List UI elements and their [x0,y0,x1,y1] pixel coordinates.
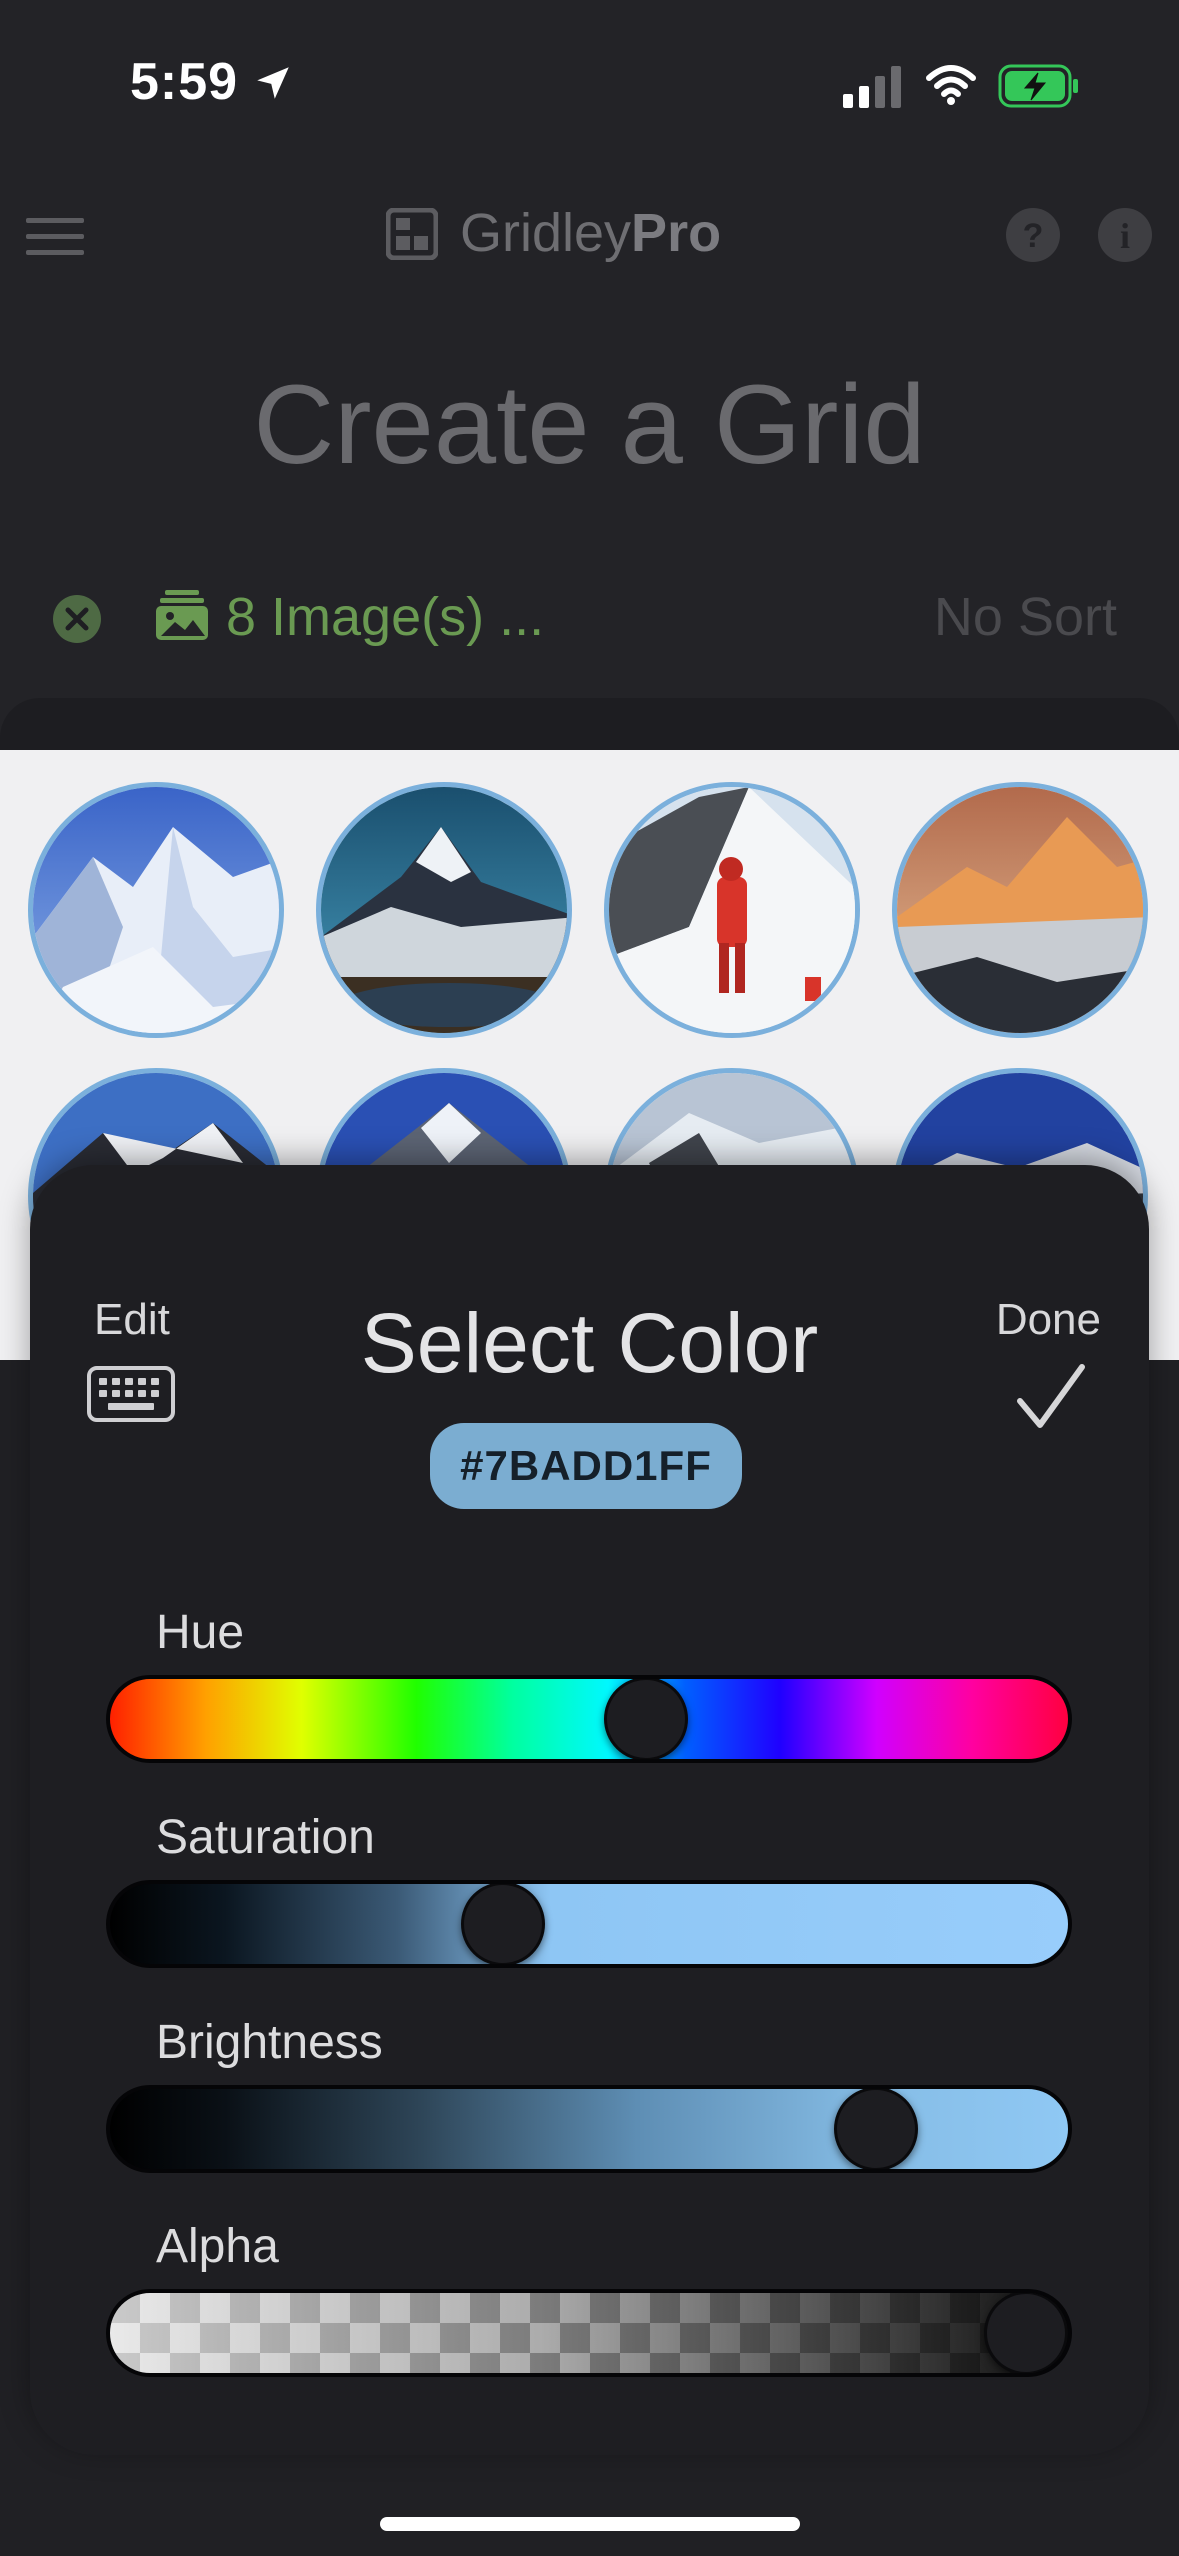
page-title: Create a Grid [253,362,926,487]
info-icon[interactable]: i [1097,207,1153,263]
picker-title: Select Color [360,1296,819,1390]
home-indicator[interactable] [380,2517,800,2531]
app-name-regular: Gridley [460,203,632,263]
done-button[interactable]: Done [996,1295,1101,1345]
help-icon[interactable]: ? [1005,207,1061,263]
brightness-slider-thumb[interactable] [834,2089,919,2169]
gridley-logo-icon [386,208,438,260]
everest-snow-photo [33,787,279,1033]
image-thumbnail[interactable] [316,782,572,1038]
saturation-label: Saturation [156,1811,375,1864]
climber-summit-photo [609,787,855,1033]
image-thumbnail[interactable] [892,782,1148,1038]
checkmark-icon[interactable] [1012,1361,1088,1437]
alpha-label: Alpha [156,2220,279,2273]
svg-text:?: ? [1023,217,1044,255]
svg-text:i: i [1120,216,1130,256]
brightness-label: Brightness [156,2016,383,2069]
clear-images-icon[interactable] [52,594,102,644]
images-count-button[interactable]: 8 Image(s) ... [226,586,544,648]
hamburger-menu-icon[interactable] [26,218,84,256]
app-title: GridleyPro [460,202,721,264]
hue-slider[interactable] [106,1675,1072,1763]
alpha-slider-thumb[interactable] [984,2293,1068,2373]
image-thumbnail[interactable] [28,782,284,1038]
saturation-slider-thumb[interactable] [460,1884,545,1964]
brightness-slider[interactable] [106,2085,1072,2173]
photo-stack-icon[interactable] [155,588,209,642]
image-thumbnail[interactable] [604,782,860,1038]
everest-lake-photo [321,787,567,1033]
hue-slider-thumb[interactable] [604,1679,689,1759]
grid-panel-header [0,698,1179,750]
alpha-slider[interactable] [106,2289,1072,2377]
sort-button[interactable]: No Sort [934,586,1117,648]
sunset-peaks-photo [897,787,1143,1033]
hue-label: Hue [156,1606,245,1659]
hex-value-badge[interactable]: #7BADD1FF [430,1423,742,1509]
saturation-slider[interactable] [106,1880,1072,1968]
app-name-bold: Pro [631,203,722,263]
color-picker-sheet: Edit Select Color Done #7BADD1FF Hue Sat… [30,1165,1149,2455]
